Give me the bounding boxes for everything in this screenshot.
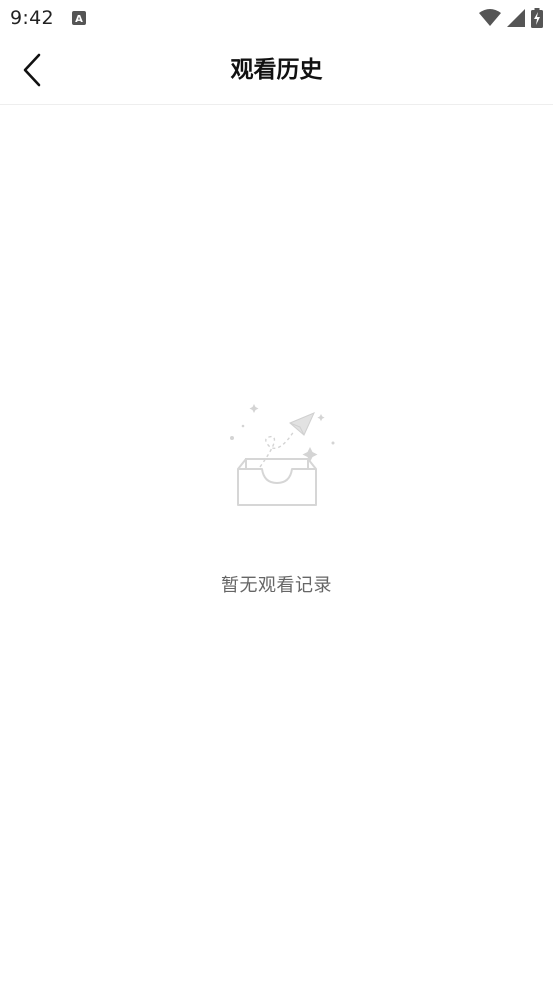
status-right — [479, 8, 543, 28]
status-time: 9:42 — [10, 7, 54, 29]
status-bar: 9:42 A — [0, 0, 553, 36]
status-left: 9:42 A — [10, 7, 86, 29]
page-title: 观看历史 — [230, 57, 323, 83]
empty-state: 暂无观看记录 — [0, 395, 553, 597]
signal-icon — [507, 9, 525, 27]
battery-charging-icon — [531, 8, 543, 28]
empty-state-message: 暂无观看记录 — [221, 575, 332, 596]
app-bar: 观看历史 — [0, 36, 553, 105]
app-notification-icon: A — [71, 11, 86, 25]
wifi-icon — [479, 9, 501, 26]
app-notification-icon-letter: A — [75, 14, 83, 25]
empty-inbox-paper-plane-icon — [229, 404, 334, 506]
